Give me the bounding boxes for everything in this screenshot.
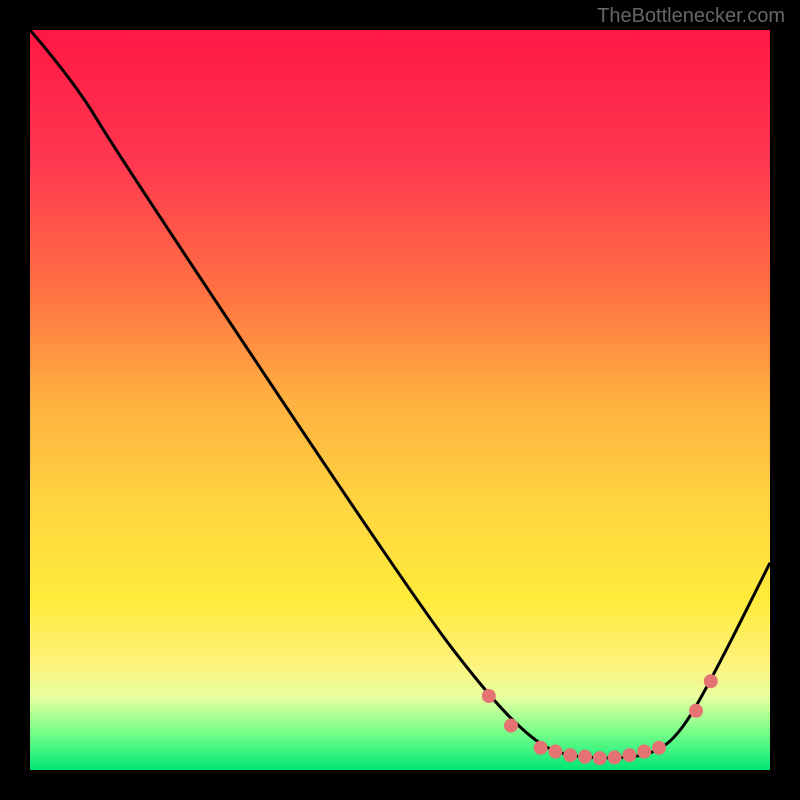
chart-area bbox=[30, 30, 770, 770]
data-marker bbox=[563, 748, 577, 762]
data-marker bbox=[689, 704, 703, 718]
data-marker bbox=[534, 741, 548, 755]
data-marker bbox=[637, 745, 651, 759]
data-marker bbox=[578, 750, 592, 764]
data-marker bbox=[608, 750, 622, 764]
data-marker bbox=[504, 719, 518, 733]
watermark-text: TheBottlenecker.com bbox=[597, 5, 785, 28]
data-marker bbox=[622, 748, 636, 762]
data-marker bbox=[704, 674, 718, 688]
data-marker bbox=[548, 745, 562, 759]
chart-svg bbox=[30, 30, 770, 770]
data-markers bbox=[482, 674, 718, 765]
bottleneck-curve bbox=[30, 30, 770, 758]
data-marker bbox=[482, 689, 496, 703]
data-marker bbox=[652, 741, 666, 755]
data-marker bbox=[593, 751, 607, 765]
